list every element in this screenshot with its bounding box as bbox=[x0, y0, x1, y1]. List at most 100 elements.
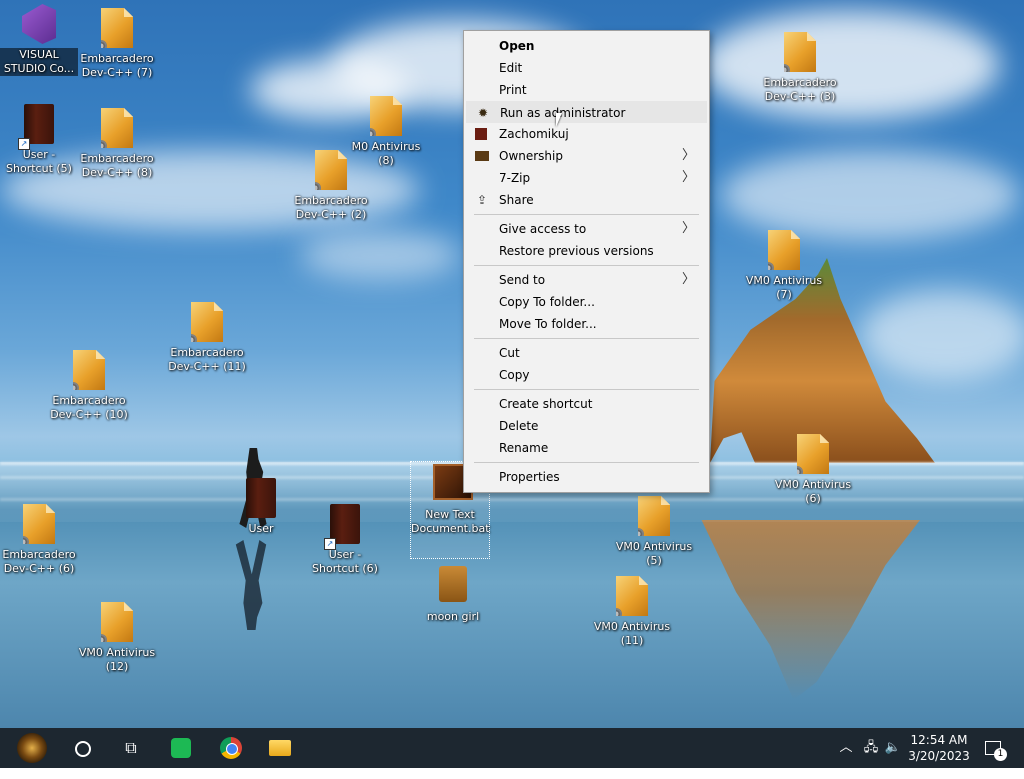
menu-item-share[interactable]: ⇪ Share bbox=[466, 189, 707, 211]
menu-item-zachomikuj[interactable]: Zachomikuj bbox=[466, 123, 707, 145]
task-view-button[interactable]: ⧉ bbox=[107, 728, 155, 768]
submenu-chevron-icon: 〉 bbox=[681, 272, 695, 287]
menu-item-label: Print bbox=[499, 83, 527, 97]
search-button[interactable] bbox=[59, 728, 107, 768]
desktop-icon-vm0-antivirus-11[interactable]: VM0 Antivirus (11) bbox=[593, 576, 671, 648]
desktop-icon-label: User - Shortcut (6) bbox=[312, 548, 378, 575]
menu-separator bbox=[474, 462, 699, 463]
chrome-icon bbox=[220, 737, 242, 759]
menu-item-label: Create shortcut bbox=[499, 397, 593, 411]
desktop-icon-devcpp-7[interactable]: Embarcadero Dev-C++ (7) bbox=[78, 8, 156, 80]
menu-item-restore-previous-versions[interactable]: Restore previous versions bbox=[466, 240, 707, 262]
desktop-icon-vm0-antivirus-7[interactable]: VM0 Antivirus (7) bbox=[745, 230, 823, 302]
desktop-icon-devcpp-6[interactable]: Embarcadero Dev-C++ (6) bbox=[0, 504, 78, 576]
show-hidden-icons-button[interactable]: ︿ bbox=[838, 728, 854, 768]
menu-item-label: Open bbox=[499, 39, 535, 53]
network-button[interactable]: 🖧 bbox=[862, 728, 880, 768]
desktop-icon-label: Embarcadero Dev-C++ (2) bbox=[294, 194, 368, 221]
menu-item-properties[interactable]: Properties bbox=[466, 466, 707, 488]
menu-item-open[interactable]: Open bbox=[466, 35, 707, 57]
desktop-icon-label: Embarcadero Dev-C++ (7) bbox=[80, 52, 154, 79]
desktop-icon-label: User - Shortcut (5) bbox=[6, 148, 72, 175]
menu-item-label: Delete bbox=[499, 419, 539, 433]
taskbar-app-spotify[interactable] bbox=[157, 728, 205, 768]
menu-separator bbox=[474, 389, 699, 390]
notification-count-badge: 1 bbox=[994, 748, 1007, 761]
devcpp-file-icon bbox=[101, 108, 133, 148]
volume-icon: 🔈 bbox=[884, 740, 902, 755]
desktop-icon-vm0-antivirus-6[interactable]: VM0 Antivirus (6) bbox=[774, 434, 852, 506]
menu-item-label: Copy To folder... bbox=[499, 295, 595, 309]
menu-item-label: Move To folder... bbox=[499, 317, 597, 331]
desktop-icon-vm0-antivirus-12[interactable]: VM0 Antivirus (12) bbox=[78, 602, 156, 674]
menu-item-copy[interactable]: Copy bbox=[466, 364, 707, 386]
menu-item-delete[interactable]: Delete bbox=[466, 415, 707, 437]
menu-item-label: Ownership bbox=[499, 149, 563, 163]
antivirus-file-icon bbox=[370, 96, 402, 136]
antivirus-file-icon bbox=[768, 230, 800, 270]
start-icon bbox=[17, 733, 47, 763]
desktop-icon-vm0-antivirus-5[interactable]: VM0 Antivirus (5) bbox=[615, 496, 693, 568]
action-center-button[interactable]: 1 bbox=[982, 728, 1007, 768]
desktop-icon-devcpp-8[interactable]: Embarcadero Dev-C++ (8) bbox=[78, 108, 156, 180]
clock-date: 3/20/2023 bbox=[908, 749, 970, 763]
ownership-icon bbox=[475, 151, 489, 161]
menu-item-run-as-administrator[interactable]: ✹ Run as administrator bbox=[466, 101, 707, 123]
share-icon: ⇪ bbox=[476, 193, 488, 207]
menu-item-send-to[interactable]: Send to 〉 bbox=[466, 269, 707, 291]
devcpp-file-icon bbox=[101, 8, 133, 48]
user-folder-icon bbox=[246, 478, 276, 518]
menu-item-label: Send to bbox=[499, 273, 546, 287]
desktop-icon-devcpp-11[interactable]: Embarcadero Dev-C++ (11) bbox=[168, 302, 246, 374]
desktop-icon-devcpp-2[interactable]: Embarcadero Dev-C++ (2) bbox=[292, 150, 370, 222]
search-circle-icon bbox=[75, 740, 91, 757]
volume-button[interactable]: 🔈 bbox=[884, 728, 902, 768]
desktop-icon-label: VM0 Antivirus (6) bbox=[774, 478, 852, 505]
desktop-icon-label: User bbox=[248, 522, 274, 535]
menu-item-ownership[interactable]: Ownership 〉 bbox=[466, 145, 707, 167]
menu-separator bbox=[474, 214, 699, 215]
desktop-icon-user-shortcut-5[interactable]: ↗ User - Shortcut (5) bbox=[0, 104, 78, 176]
menu-item-create-shortcut[interactable]: Create shortcut bbox=[466, 393, 707, 415]
desktop-icon-devcpp-10[interactable]: Embarcadero Dev-C++ (10) bbox=[50, 350, 128, 422]
task-view-icon: ⧉ bbox=[125, 738, 137, 757]
submenu-chevron-icon: 〉 bbox=[681, 148, 695, 163]
desktop-icon-visual-studio[interactable]: VISUAL STUDIO Co... bbox=[0, 4, 78, 76]
menu-item-label: Cut bbox=[499, 346, 520, 360]
taskbar: ⧉ ︿ 🖧 🔈 12:54 AM 3/20/2023 1 bbox=[0, 728, 1024, 768]
desktop-icon-label: Embarcadero Dev-C++ (8) bbox=[80, 152, 154, 179]
network-icon: 🖧 bbox=[863, 740, 879, 755]
menu-item-copy-to-folder[interactable]: Copy To folder... bbox=[466, 291, 707, 313]
desktop-icon-user[interactable]: User bbox=[222, 478, 300, 536]
desktop-icon-moon-girl[interactable]: moon girl bbox=[414, 566, 492, 624]
antivirus-file-icon bbox=[638, 496, 670, 536]
menu-item-edit[interactable]: Edit bbox=[466, 57, 707, 79]
menu-item-label: Edit bbox=[499, 61, 523, 75]
taskbar-clock[interactable]: 12:54 AM 3/20/2023 bbox=[907, 732, 971, 764]
devcpp-file-icon bbox=[315, 150, 347, 190]
menu-item-cut[interactable]: Cut bbox=[466, 342, 707, 364]
desktop-icon-label: Embarcadero Dev-C++ (11) bbox=[168, 346, 246, 373]
desktop-icon-label: Embarcadero Dev-C++ (3) bbox=[763, 76, 837, 103]
menu-item-rename[interactable]: Rename bbox=[466, 437, 707, 459]
submenu-chevron-icon: 〉 bbox=[681, 170, 695, 185]
visual-studio-icon bbox=[22, 4, 56, 46]
taskbar-app-chrome[interactable] bbox=[207, 728, 255, 768]
menu-item-7zip[interactable]: 7-Zip 〉 bbox=[466, 167, 707, 189]
desktop-icon-devcpp-3[interactable]: Embarcadero Dev-C++ (3) bbox=[761, 32, 839, 104]
menu-item-label: Rename bbox=[499, 441, 549, 455]
zachomikuj-icon bbox=[475, 128, 487, 140]
taskbar-app-file-explorer[interactable] bbox=[256, 728, 304, 768]
mouse-cursor-icon bbox=[556, 113, 562, 127]
start-button[interactable] bbox=[8, 728, 56, 768]
menu-item-give-access-to[interactable]: Give access to 〉 bbox=[466, 218, 707, 240]
menu-item-print[interactable]: Print bbox=[466, 79, 707, 101]
desktop-icon-label: VM0 Antivirus (7) bbox=[745, 274, 823, 301]
desktop-icon-label: Embarcadero Dev-C++ (10) bbox=[50, 394, 128, 421]
desktop-icon-user-shortcut-6[interactable]: ↗ User - Shortcut (6) bbox=[306, 504, 384, 576]
menu-item-label: Properties bbox=[499, 470, 560, 484]
submenu-chevron-icon: 〉 bbox=[681, 221, 695, 236]
desktop-icon-label: moon girl bbox=[426, 610, 480, 623]
menu-item-move-to-folder[interactable]: Move To folder... bbox=[466, 313, 707, 335]
chevron-up-icon: ︿ bbox=[839, 740, 853, 755]
